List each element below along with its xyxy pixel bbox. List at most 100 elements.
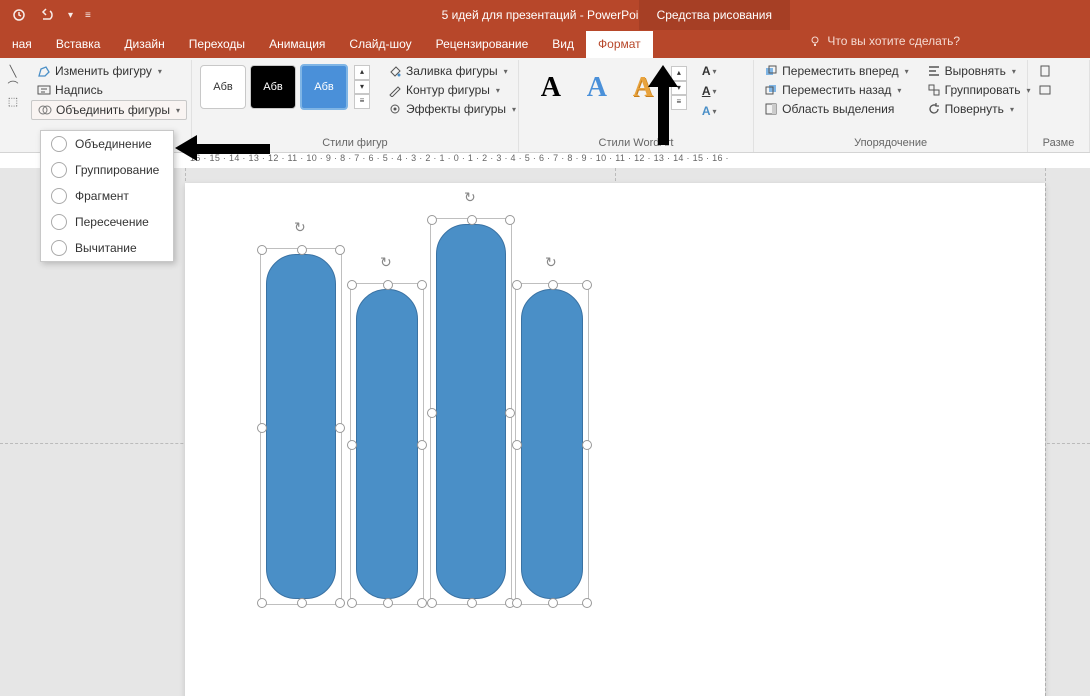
rounded-rect-shape[interactable] <box>521 289 583 599</box>
drawing-tools-context-tab[interactable]: Средства рисования <box>639 0 790 30</box>
rounded-rect-shape[interactable] <box>266 254 336 599</box>
resize-handle[interactable] <box>297 245 307 255</box>
gallery-scroll-down[interactable]: ▾ <box>354 80 370 95</box>
tab-view[interactable]: Вид <box>540 31 586 58</box>
gallery-scroll-up[interactable]: ▴ <box>354 65 370 80</box>
resize-handle[interactable] <box>582 440 592 450</box>
tell-me-search[interactable]: Что вы хотите сделать? <box>809 34 960 48</box>
selected-shape-3[interactable]: ↻ <box>430 218 512 605</box>
merge-fragment-item[interactable]: Фрагмент <box>41 183 173 209</box>
tab-review[interactable]: Рецензирование <box>424 31 541 58</box>
tab-transitions[interactable]: Переходы <box>177 31 257 58</box>
slide[interactable]: ↻ ↻ ↻ ↻ <box>185 183 1045 696</box>
group-button[interactable]: Группировать▾ <box>921 81 1037 99</box>
curve-shape-icon[interactable]: ⌒ <box>6 79 20 93</box>
resize-handle[interactable] <box>347 598 357 608</box>
resize-handle[interactable] <box>548 280 558 290</box>
resize-handle[interactable] <box>427 598 437 608</box>
resize-handle[interactable] <box>505 215 515 225</box>
style-swatch-1[interactable]: Абв <box>200 65 246 109</box>
text-box-button[interactable]: Надпись <box>31 81 187 99</box>
resize-handle[interactable] <box>505 408 515 418</box>
resize-handle[interactable] <box>335 423 345 433</box>
send-backward-button[interactable]: Переместить назад▾ <box>758 81 915 99</box>
text-outline-button[interactable]: A▾ <box>699 82 720 100</box>
merge-combine-item[interactable]: Группирование <box>41 157 173 183</box>
selected-shape-4[interactable]: ↻ <box>515 283 589 605</box>
resize-handle[interactable] <box>467 215 477 225</box>
rotate-handle-icon[interactable]: ↻ <box>294 219 308 233</box>
height-input[interactable] <box>1032 62 1058 80</box>
rotate-handle-icon[interactable]: ↻ <box>464 189 478 203</box>
resize-handle[interactable] <box>427 215 437 225</box>
merge-intersect-item[interactable]: Пересечение <box>41 209 173 235</box>
gallery-more[interactable]: ≡ <box>354 94 370 109</box>
tab-insert[interactable]: Вставка <box>44 31 113 58</box>
resize-handle[interactable] <box>417 280 427 290</box>
shape-fill-button[interactable]: Заливка фигуры▾ <box>382 62 522 80</box>
resize-handle[interactable] <box>257 245 267 255</box>
autosave-icon[interactable] <box>12 8 26 22</box>
rotate-button[interactable]: Повернуть▾ <box>921 100 1037 118</box>
tab-design[interactable]: Дизайн <box>112 31 176 58</box>
merge-combine-label: Группирование <box>75 163 159 177</box>
rotate-handle-icon[interactable]: ↻ <box>380 254 394 268</box>
resize-handle[interactable] <box>347 440 357 450</box>
wordart-style-1[interactable]: A <box>531 68 571 108</box>
tab-home[interactable]: ная <box>0 31 44 58</box>
resize-handle[interactable] <box>427 408 437 418</box>
resize-handle[interactable] <box>417 440 427 450</box>
resize-handle[interactable] <box>383 280 393 290</box>
line-shape-icon[interactable]: ╲ <box>6 64 20 78</box>
resize-handle[interactable] <box>347 280 357 290</box>
merge-shapes-label: Объединить фигуры <box>56 103 170 117</box>
shape-effects-button[interactable]: Эффекты фигуры▾ <box>382 100 522 118</box>
resize-handle[interactable] <box>297 598 307 608</box>
edit-shape-button[interactable]: Изменить фигуру▾ <box>31 62 187 80</box>
resize-handle[interactable] <box>257 598 267 608</box>
tab-format[interactable]: Формат <box>586 31 653 58</box>
send-backward-label: Переместить назад <box>782 83 891 97</box>
text-effects-button[interactable]: A▾ <box>699 102 720 120</box>
merge-union-item[interactable]: Объединение <box>41 131 173 157</box>
rotate-handle-icon[interactable]: ↻ <box>545 254 559 268</box>
shape-outline-label: Контур фигуры <box>406 83 490 97</box>
rounded-rect-shape[interactable] <box>436 224 506 599</box>
merge-shapes-button[interactable]: Объединить фигуры▾ <box>31 100 187 120</box>
tab-animations[interactable]: Анимация <box>257 31 337 58</box>
selected-shape-2[interactable]: ↻ <box>350 283 424 605</box>
selected-shape-1[interactable]: ↻ <box>260 248 342 605</box>
text-fill-button[interactable]: A▾ <box>699 62 720 80</box>
resize-handle[interactable] <box>582 280 592 290</box>
shape-outline-button[interactable]: Контур фигуры▾ <box>382 81 522 99</box>
resize-handle[interactable] <box>335 245 345 255</box>
group-icon <box>927 83 941 97</box>
width-input[interactable] <box>1032 81 1058 99</box>
redo-icon[interactable]: ▾ <box>68 10 73 21</box>
resize-handle[interactable] <box>512 280 522 290</box>
resize-handle[interactable] <box>383 598 393 608</box>
resize-handle[interactable] <box>548 598 558 608</box>
qat-customize-icon[interactable]: ≡ <box>85 10 91 21</box>
edit-shape-label: Изменить фигуру <box>55 64 152 78</box>
wordart-style-2[interactable]: A <box>577 68 617 108</box>
resize-handle[interactable] <box>467 598 477 608</box>
intersect-icon <box>51 214 67 230</box>
resize-handle[interactable] <box>257 423 267 433</box>
shape-style-gallery[interactable]: Абв Абв Абв ▴ ▾ ≡ <box>196 62 374 112</box>
resize-handle[interactable] <box>417 598 427 608</box>
undo-icon[interactable] <box>38 8 56 22</box>
freeform-shape-icon[interactable]: ⬚ <box>6 94 20 108</box>
resize-handle[interactable] <box>335 598 345 608</box>
selection-pane-button[interactable]: Область выделения <box>758 100 915 118</box>
style-swatch-2[interactable]: Абв <box>250 65 296 109</box>
align-button[interactable]: Выровнять▾ <box>921 62 1037 80</box>
merge-subtract-item[interactable]: Вычитание <box>41 235 173 261</box>
bring-forward-button[interactable]: Переместить вперед▾ <box>758 62 915 80</box>
resize-handle[interactable] <box>512 598 522 608</box>
resize-handle[interactable] <box>582 598 592 608</box>
resize-handle[interactable] <box>512 440 522 450</box>
rounded-rect-shape[interactable] <box>356 289 418 599</box>
tab-slideshow[interactable]: Слайд-шоу <box>337 31 423 58</box>
style-swatch-3[interactable]: Абв <box>300 64 348 110</box>
